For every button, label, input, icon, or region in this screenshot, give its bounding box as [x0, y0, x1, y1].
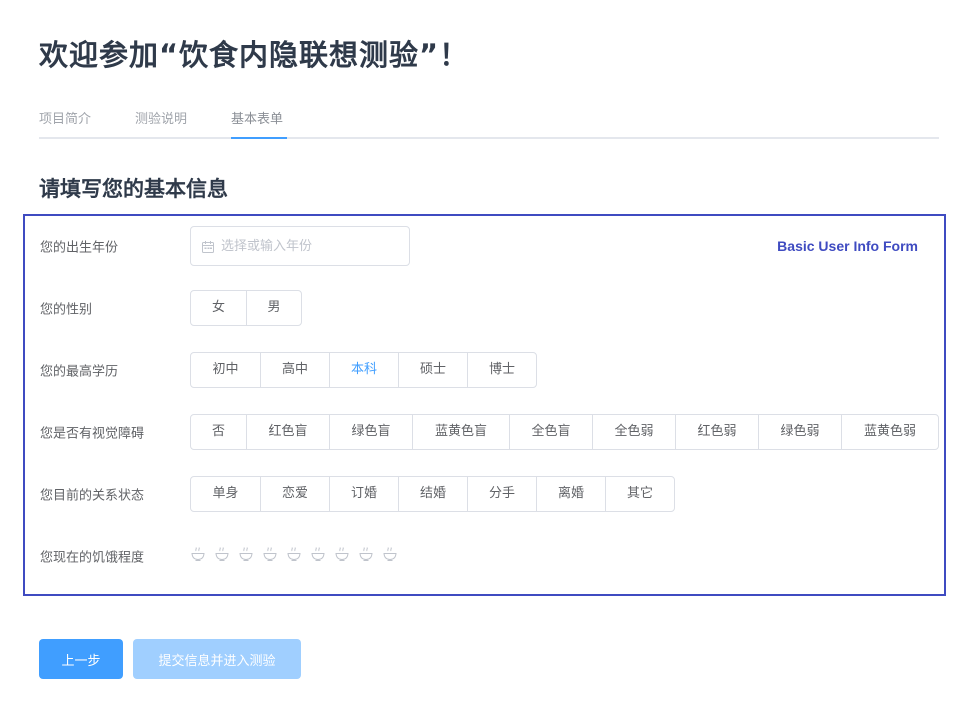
education-row: 您的最高学历 初中 高中 本科 硕士 博士 [25, 350, 944, 390]
color-vision-option-deuteranomaly[interactable]: 绿色弱 [758, 415, 841, 449]
basic-info-form: Basic User Info Form 您的出生年份 选择或输入年份 您的性别… [23, 214, 946, 596]
bowl-icon[interactable] [238, 546, 262, 566]
section-title: 请填写您的基本信息 [39, 177, 228, 201]
tab-intro[interactable]: 项目简介 [39, 108, 91, 127]
color-vision-option-tritanomaly[interactable]: 蓝黄色弱 [841, 415, 938, 449]
bowl-icon[interactable] [214, 546, 238, 566]
bowl-icon[interactable] [190, 546, 214, 566]
bowl-icon[interactable] [334, 546, 358, 566]
page-title: 欢迎参加“饮食内隐联想测验”！ [39, 38, 470, 72]
birth-year-input[interactable] [221, 227, 401, 265]
page: 欢迎参加“饮食内隐联想测验”！ 项目简介 测验说明 基本表单 请填写您的基本信息… [0, 0, 977, 713]
bowl-icon[interactable] [286, 546, 310, 566]
hunger-row: 您现在的饥饿程度 [25, 536, 944, 576]
gender-options: 女 男 [190, 290, 302, 326]
color-vision-label: 您是否有视觉障碍 [40, 426, 145, 442]
relationship-options: 单身 恋爱 订婚 结婚 分手 离婚 其它 [190, 476, 675, 512]
color-vision-option-deuteranopia[interactable]: 绿色盲 [329, 415, 412, 449]
birth-year-label: 您的出生年份 [40, 240, 119, 256]
tab-bar: 项目简介 测验说明 基本表单 [39, 100, 939, 139]
color-vision-option-protanomaly[interactable]: 红色弱 [675, 415, 758, 449]
education-options: 初中 高中 本科 硕士 博士 [190, 352, 537, 388]
bowl-icon[interactable] [382, 546, 406, 566]
color-vision-option-none[interactable]: 否 [191, 415, 246, 449]
education-option-master[interactable]: 硕士 [398, 353, 467, 387]
relationship-option-married[interactable]: 结婚 [398, 477, 467, 511]
gender-row: 您的性别 女 男 [25, 288, 944, 328]
relationship-option-engaged[interactable]: 订婚 [329, 477, 398, 511]
relationship-option-divorced[interactable]: 离婚 [536, 477, 605, 511]
tab-instructions[interactable]: 测验说明 [135, 108, 187, 127]
color-vision-row: 您是否有视觉障碍 否 红色盲 绿色盲 蓝黄色盲 全色盲 全色弱 红色弱 绿色弱 … [25, 412, 944, 452]
relationship-option-breakup[interactable]: 分手 [467, 477, 536, 511]
previous-step-button[interactable]: 上一步 [39, 639, 123, 679]
tab-basic-form[interactable]: 基本表单 [231, 108, 283, 127]
color-vision-options: 否 红色盲 绿色盲 蓝黄色盲 全色盲 全色弱 红色弱 绿色弱 蓝黄色弱 [190, 414, 939, 450]
color-vision-option-achromatomaly[interactable]: 全色弱 [592, 415, 675, 449]
education-option-senior-high[interactable]: 高中 [260, 353, 329, 387]
bowl-icon[interactable] [310, 546, 334, 566]
bowl-icon[interactable] [262, 546, 286, 566]
relationship-option-single[interactable]: 单身 [191, 477, 260, 511]
education-label: 您的最高学历 [40, 364, 119, 380]
relationship-row: 您目前的关系状态 单身 恋爱 订婚 结婚 分手 离婚 其它 [25, 474, 944, 514]
hunger-label: 您现在的饥饿程度 [40, 550, 145, 566]
active-tab-indicator [231, 137, 287, 139]
education-option-junior-high[interactable]: 初中 [191, 353, 260, 387]
color-vision-option-protanopia[interactable]: 红色盲 [246, 415, 329, 449]
color-vision-option-tritanopia[interactable]: 蓝黄色盲 [412, 415, 509, 449]
calendar-icon [201, 239, 215, 253]
birth-year-picker[interactable] [190, 226, 410, 266]
education-option-doctor[interactable]: 博士 [467, 353, 536, 387]
relationship-option-dating[interactable]: 恋爱 [260, 477, 329, 511]
gender-label: 您的性别 [40, 302, 93, 318]
relationship-option-other[interactable]: 其它 [605, 477, 674, 511]
education-option-bachelor[interactable]: 本科 [329, 353, 398, 387]
relationship-label: 您目前的关系状态 [40, 488, 145, 504]
gender-option-male[interactable]: 男 [246, 291, 301, 325]
color-vision-option-achromatopsia[interactable]: 全色盲 [509, 415, 592, 449]
hunger-rating [190, 546, 406, 566]
submit-and-start-button[interactable]: 提交信息并进入测验 [133, 639, 301, 679]
birth-year-row: 您的出生年份 [25, 226, 944, 266]
gender-option-female[interactable]: 女 [191, 291, 246, 325]
bowl-icon[interactable] [358, 546, 382, 566]
